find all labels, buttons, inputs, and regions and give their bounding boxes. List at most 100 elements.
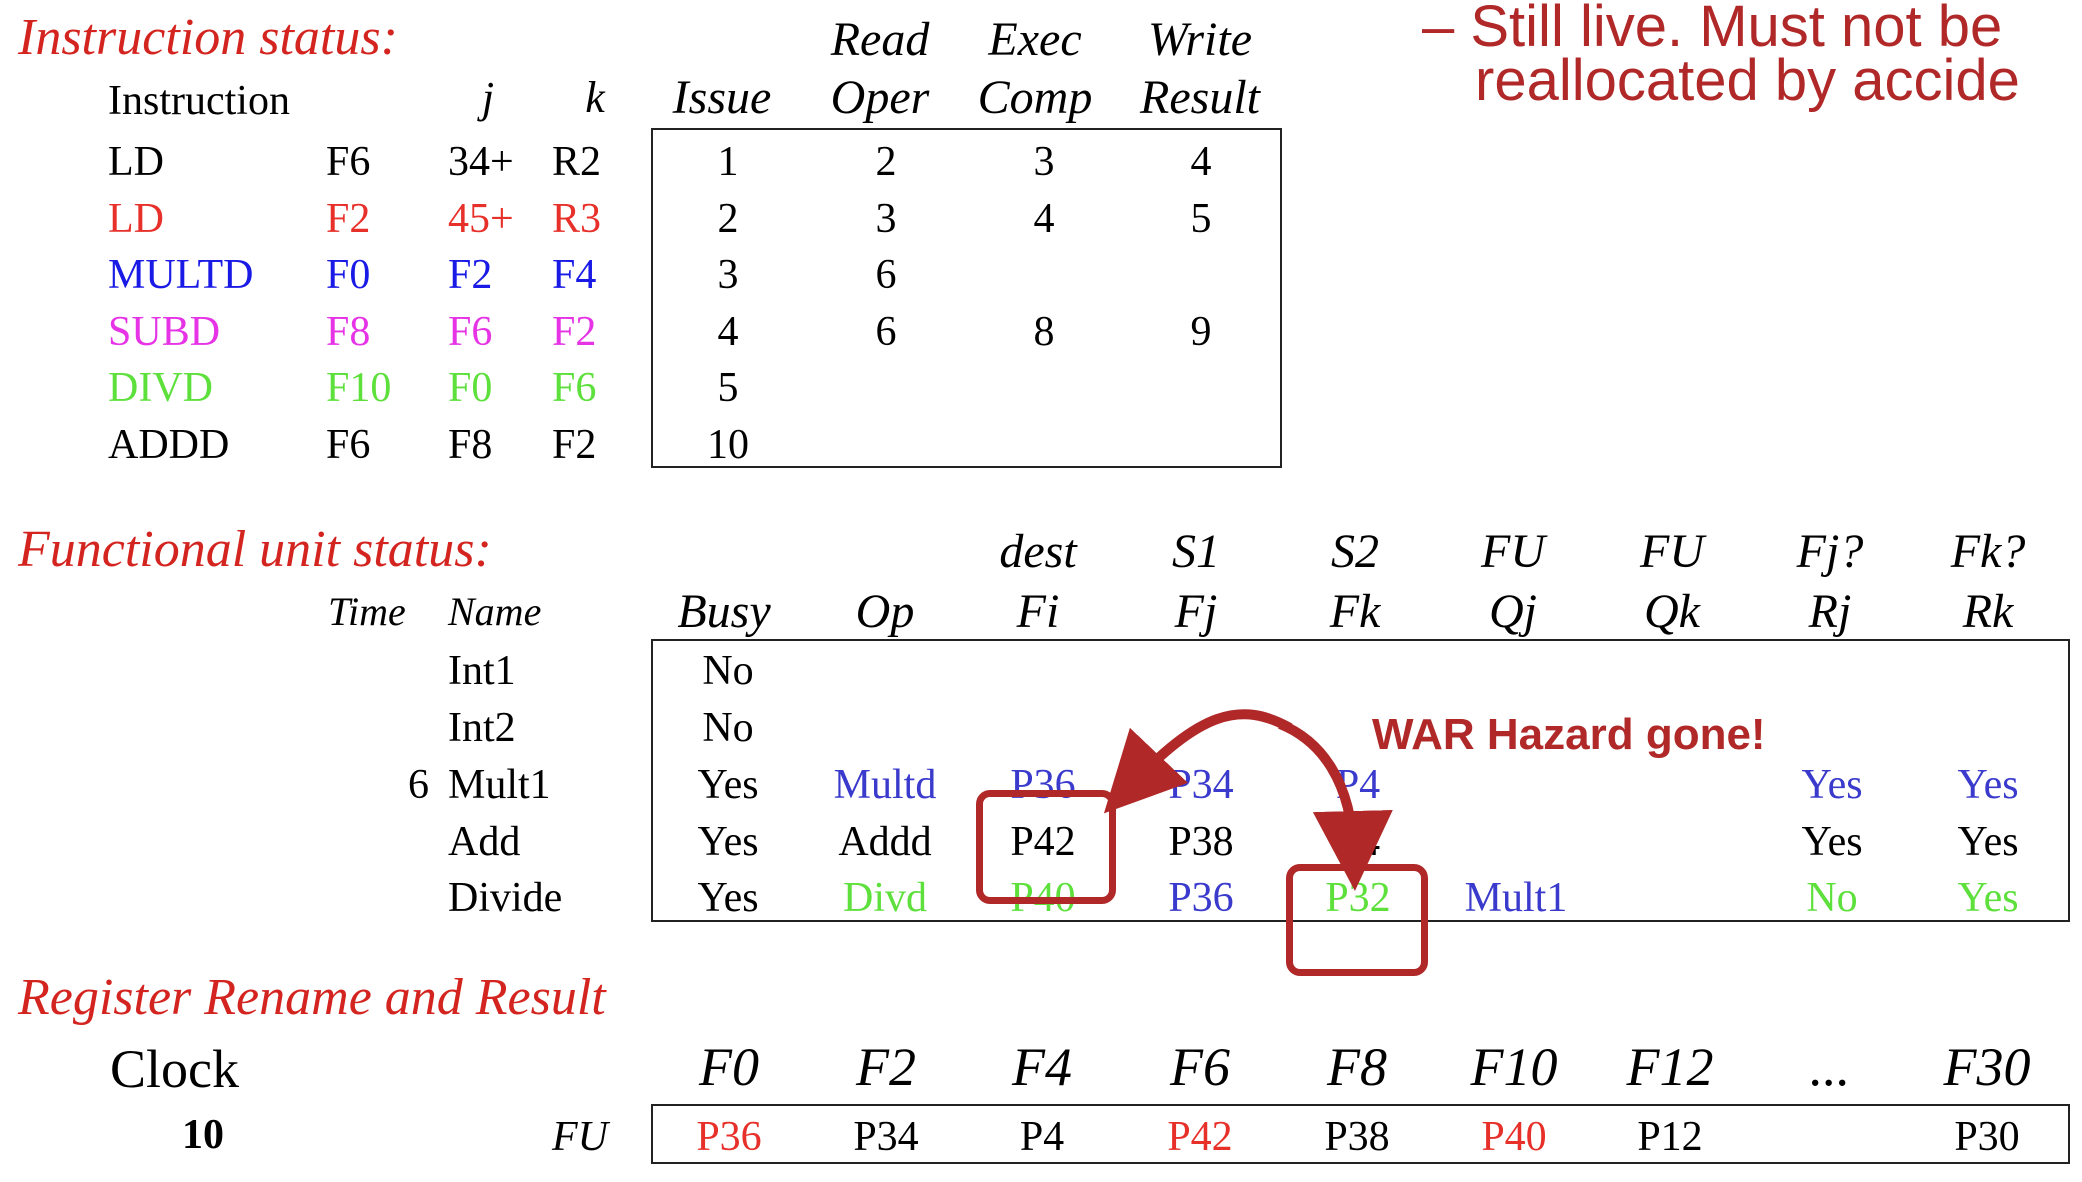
qk-column-header: Qk bbox=[1644, 585, 1700, 638]
fu-busy: No bbox=[702, 705, 754, 751]
instr-exec-comp: 3 bbox=[1033, 139, 1055, 185]
fi-column-header: Fi bbox=[1016, 585, 1060, 638]
fu-fj: P38 bbox=[1168, 819, 1234, 865]
fu-time: 6 bbox=[408, 762, 429, 808]
dest-column-header: dest bbox=[999, 525, 1077, 578]
fk-column-header: Fk bbox=[1329, 585, 1381, 638]
register-fu-value: P4 bbox=[1019, 1114, 1065, 1160]
instr-op: MULTD bbox=[108, 252, 254, 298]
bullet-note-line-2: reallocated by accide bbox=[1475, 48, 2020, 113]
instr-issue: 5 bbox=[717, 365, 739, 411]
fu-name: Mult1 bbox=[448, 762, 551, 808]
write-result-column-header: Result bbox=[1140, 71, 1260, 124]
functional-unit-status-title: Functional unit status: bbox=[18, 521, 492, 578]
fu-qj: Mult1 bbox=[1464, 875, 1568, 921]
fu-rj: Yes bbox=[1801, 762, 1863, 808]
register-name-header: F30 bbox=[1943, 1037, 2031, 1097]
fu-row-label: FU bbox=[552, 1114, 608, 1160]
p42-highlight-box bbox=[976, 790, 1116, 904]
fj-column-header: Fj bbox=[1174, 585, 1218, 638]
war-hazard-annotation: WAR Hazard gone! bbox=[1372, 710, 1766, 759]
instr-issue: 10 bbox=[707, 422, 749, 468]
k-column-header: k bbox=[585, 73, 605, 122]
fj-ready-column-header-top: Fj? bbox=[1796, 525, 1864, 578]
instr-op: SUBD bbox=[108, 309, 221, 355]
fu-name: Add bbox=[448, 819, 521, 865]
exec-comp-column-header: Comp bbox=[977, 71, 1093, 124]
bullet-note-line-1: – Still live. Must not be bbox=[1422, 0, 2003, 59]
fu-op: Multd bbox=[833, 762, 937, 808]
register-name-header: F2 bbox=[856, 1037, 916, 1097]
instr-dest: F8 bbox=[326, 309, 371, 355]
register-fu-value: P42 bbox=[1167, 1114, 1233, 1160]
fu-op: Divd bbox=[843, 875, 927, 921]
instr-issue: 4 bbox=[717, 309, 739, 355]
instr-op: LD bbox=[108, 196, 164, 242]
busy-column-header: Busy bbox=[677, 585, 771, 638]
fu-qk-column-header-top: FU bbox=[1640, 525, 1704, 578]
instr-dest: F10 bbox=[326, 365, 392, 411]
register-fu-value: P40 bbox=[1481, 1114, 1547, 1160]
instr-j: 45+ bbox=[448, 196, 514, 242]
register-fu-value: P36 bbox=[696, 1114, 762, 1160]
instr-j: F8 bbox=[448, 422, 493, 468]
fu-rk: Yes bbox=[1957, 762, 2019, 808]
instr-read-oper: 2 bbox=[875, 139, 897, 185]
fu-fj: P36 bbox=[1168, 875, 1234, 921]
rk-column-header: Rk bbox=[1962, 585, 2014, 638]
instr-j: 34+ bbox=[448, 139, 514, 185]
op-column-header: Op bbox=[855, 585, 915, 638]
fu-name: Int2 bbox=[448, 705, 516, 751]
register-name-header: F0 bbox=[699, 1037, 759, 1097]
instr-k: F2 bbox=[552, 422, 597, 468]
fu-fk: P4 bbox=[1335, 819, 1381, 865]
bullet-note: – Still live. Must not be reallocated by… bbox=[1422, 0, 2020, 113]
fu-name: Divide bbox=[448, 875, 563, 921]
fu-busy: Yes bbox=[697, 875, 759, 921]
instr-k: F6 bbox=[552, 365, 597, 411]
instr-write-result: 9 bbox=[1190, 309, 1212, 355]
fu-rj: Yes bbox=[1801, 819, 1863, 865]
instruction-status-title: Instruction status: bbox=[18, 9, 398, 66]
instr-issue: 1 bbox=[717, 139, 739, 185]
instr-k: F4 bbox=[552, 252, 597, 298]
s1-column-header: S1 bbox=[1172, 525, 1220, 578]
instr-op: LD bbox=[108, 139, 164, 185]
fu-op: Addd bbox=[838, 819, 932, 865]
fu-rk: Yes bbox=[1957, 819, 2019, 865]
fu-fk: P4 bbox=[1335, 762, 1381, 808]
instr-k: R3 bbox=[552, 196, 602, 242]
fu-busy: Yes bbox=[697, 762, 759, 808]
instr-read-oper: 3 bbox=[875, 196, 897, 242]
instr-read-oper: 6 bbox=[875, 309, 897, 355]
fu-rj: No bbox=[1806, 875, 1858, 921]
fk-ready-column-header-top: Fk? bbox=[1950, 525, 2026, 578]
instr-dest: F6 bbox=[326, 422, 371, 468]
instr-issue: 3 bbox=[717, 252, 739, 298]
fu-fj: P34 bbox=[1168, 762, 1234, 808]
instr-write-result: 5 bbox=[1190, 196, 1212, 242]
time-column-header: Time bbox=[328, 589, 406, 634]
instr-j: F2 bbox=[448, 252, 493, 298]
instr-dest: F2 bbox=[326, 196, 371, 242]
fu-rk: Yes bbox=[1957, 875, 2019, 921]
instruction-status-box bbox=[651, 128, 1282, 468]
clock-value: 10 bbox=[182, 1112, 224, 1158]
instr-exec-comp: 8 bbox=[1033, 309, 1055, 355]
read-oper-column-header: Oper bbox=[830, 71, 930, 124]
read-column-header-top: Read bbox=[830, 13, 930, 66]
register-name-header: F10 bbox=[1470, 1037, 1558, 1097]
instr-k: F2 bbox=[552, 309, 597, 355]
register-name-header: F12 bbox=[1626, 1037, 1714, 1097]
register-name-header: ... bbox=[1809, 1037, 1851, 1097]
instr-issue: 2 bbox=[717, 196, 739, 242]
name-column-header: Name bbox=[448, 589, 542, 634]
register-rename-title: Register Rename and Result bbox=[18, 969, 606, 1026]
p32-highlight-box bbox=[1286, 864, 1428, 976]
instr-j: F6 bbox=[448, 309, 493, 355]
rj-column-header: Rj bbox=[1808, 585, 1852, 638]
instr-write-result: 4 bbox=[1190, 139, 1212, 185]
register-fu-value: P34 bbox=[853, 1114, 919, 1160]
instr-dest: F6 bbox=[326, 139, 371, 185]
instr-j: F0 bbox=[448, 365, 493, 411]
